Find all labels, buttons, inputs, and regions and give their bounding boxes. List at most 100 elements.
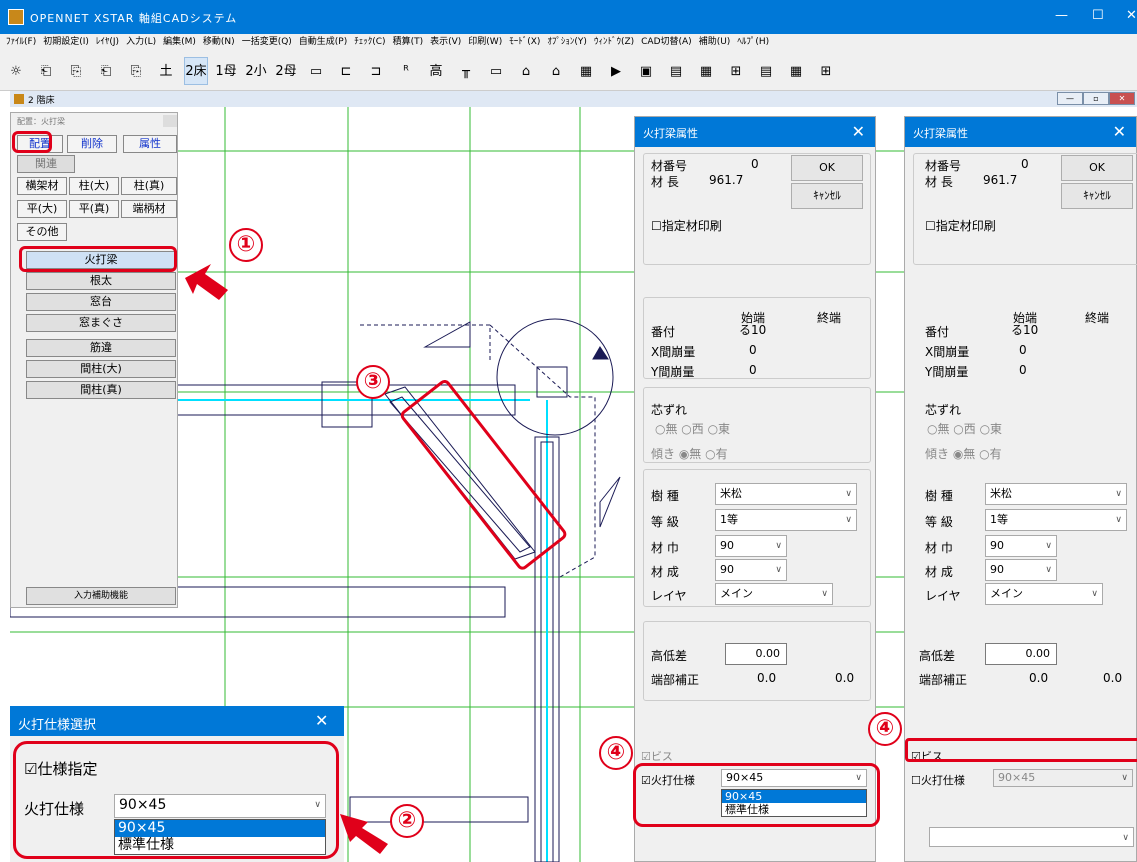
menu-init[interactable]: 初期設定(I) [43, 34, 89, 51]
tool-cut-icon[interactable]: ▤ [754, 58, 778, 86]
core-shift-radios[interactable]: ○無 ○西 ○東 [927, 420, 1002, 437]
hiuchi-spec-checkbox[interactable]: ☐火打仕様 [911, 772, 965, 788]
menu-move[interactable]: 移動(N) [203, 34, 235, 51]
btn-joist[interactable]: 根太 [26, 272, 176, 290]
menu-print[interactable]: 印刷(W) [468, 34, 502, 51]
tool-section-icon[interactable]: ⊞ [724, 58, 748, 86]
tool-post-icon[interactable]: ╥ [454, 58, 478, 86]
ok-button[interactable]: OK [1061, 155, 1133, 181]
tilt-radios[interactable]: 傾き ◉無 ○有 [925, 445, 1002, 462]
level-input[interactable]: 0.00 [725, 643, 787, 665]
menu-bulk[interactable]: 一括変更(Q) [242, 34, 292, 51]
btn-yokoka[interactable]: 横架材 [17, 177, 67, 195]
btn-lintel[interactable]: 窓まぐさ [26, 314, 176, 332]
cancel-button[interactable]: ｷｬﾝｾﾙ [1061, 183, 1133, 209]
tool-house2-icon[interactable]: ⌂ [544, 58, 568, 86]
tilt-radios[interactable]: 傾き ◉無 ○有 [651, 445, 728, 462]
level-input[interactable]: 0.00 [985, 643, 1057, 665]
close-button[interactable]: ✕ [1126, 8, 1137, 23]
tool-2f-koya[interactable]: 2小 [244, 58, 268, 86]
tool-paste-icon[interactable]: ⎘ [64, 58, 88, 86]
btn-flat-true[interactable]: 平(真) [69, 200, 119, 218]
width-select[interactable]: 90 ∨ [715, 535, 787, 557]
tool-1f-moya[interactable]: 1母 [214, 58, 238, 86]
tool-sun-icon[interactable]: ☼ [4, 58, 28, 86]
menu-assist[interactable]: 補助(U) [699, 34, 731, 51]
btn-tanpei[interactable]: 端柄材 [121, 200, 177, 218]
btn-pillar-true[interactable]: 柱(真) [121, 177, 177, 195]
tab-attribute[interactable]: 属性 [123, 135, 177, 153]
cancel-button[interactable]: ｷｬﾝｾﾙ [791, 183, 863, 209]
minimize-button[interactable]: — [1055, 8, 1068, 23]
species-select[interactable]: 米松 ∨ [715, 483, 857, 505]
btn-stud-large[interactable]: 間柱(大) [26, 360, 176, 378]
menu-check[interactable]: ﾁｪｯｸ(C) [354, 34, 385, 51]
tool-height[interactable]: 高 [424, 58, 448, 86]
mdi-minimize-button[interactable]: — [1057, 92, 1083, 105]
bottom-select[interactable]: ∨ [929, 827, 1134, 847]
grade-select[interactable]: 1等 ∨ [715, 509, 857, 531]
palette-close-button[interactable] [163, 115, 177, 127]
core-shift-radios[interactable]: ○無 ○西 ○東 [655, 420, 730, 437]
print-checkbox[interactable]: ☐指定材印刷 [925, 217, 996, 234]
menu-cad[interactable]: CAD切替(A) [641, 34, 692, 51]
menu-file[interactable]: ﾌｧｲﾙ(F) [6, 34, 36, 51]
ok-button[interactable]: OK [791, 155, 863, 181]
tool-arrow-icon[interactable]: ▶ [604, 58, 628, 86]
screw-checkbox-disabled[interactable]: ☑ビス [641, 748, 673, 764]
menu-view[interactable]: 表示(V) [430, 34, 461, 51]
tool-joint-left-icon[interactable]: ⊏ [334, 58, 358, 86]
menu-input[interactable]: 入力(L) [126, 34, 156, 51]
menu-auto[interactable]: 自動生成(P) [299, 34, 347, 51]
grade-select[interactable]: 1等 ∨ [985, 509, 1127, 531]
btn-window-sill[interactable]: 窓台 [26, 293, 176, 311]
tool-grid-icon[interactable]: ▦ [574, 58, 598, 86]
print-checkbox[interactable]: ☐指定材印刷 [651, 217, 722, 234]
height-select[interactable]: 90 ∨ [985, 559, 1057, 581]
hiuchi-spec-select-disabled[interactable]: 90×45 ∨ [993, 769, 1133, 787]
btn-pillar-large[interactable]: 柱(大) [69, 177, 119, 195]
menu-help[interactable]: ﾍﾙﾌﾟ(H) [737, 34, 769, 51]
menu-edit[interactable]: 編集(M) [163, 34, 196, 51]
btn-brace[interactable]: 筋違 [26, 339, 176, 357]
tool-foundation[interactable]: 土 [154, 58, 178, 86]
height-select[interactable]: 90 ∨ [715, 559, 787, 581]
spec-dialog-close-button[interactable]: ✕ [315, 711, 328, 730]
menu-layer[interactable]: ﾚｲﾔ(J) [96, 34, 119, 51]
tool-r-icon[interactable]: ᴿ [394, 58, 418, 86]
tool-2f-moya[interactable]: 2母 [274, 58, 298, 86]
mdi-restore-button[interactable]: ▫ [1083, 92, 1109, 105]
tool-copy2-icon[interactable]: ⎗ [94, 58, 118, 86]
tool-rect-icon[interactable]: ▭ [484, 58, 508, 86]
menu-estimate[interactable]: 積算(T) [393, 34, 424, 51]
layer-select[interactable]: メイン ∨ [985, 583, 1103, 605]
btn-other[interactable]: その他 [17, 223, 67, 241]
input-assist-button[interactable]: 入力補助機能 [26, 587, 176, 605]
tool-copy-icon[interactable]: ⎗ [34, 58, 58, 86]
tool-house-icon[interactable]: ⌂ [514, 58, 538, 86]
btn-flat-large[interactable]: 平(大) [17, 200, 67, 218]
tool-layer-icon[interactable]: ▤ [664, 58, 688, 86]
attr-dialog-1-close-button[interactable]: ✕ [852, 122, 865, 141]
tool-window-icon[interactable]: ▦ [694, 58, 718, 86]
tool-joint-right-icon[interactable]: ⊐ [364, 58, 388, 86]
menu-option[interactable]: ｵﾌﾟｼｮﾝ(Y) [547, 34, 587, 51]
width-select[interactable]: 90 ∨ [985, 535, 1057, 557]
layer-select[interactable]: メイン ∨ [715, 583, 833, 605]
tool-exit-icon[interactable]: ⊞ [814, 58, 838, 86]
btn-stud-true[interactable]: 間柱(真) [26, 381, 176, 399]
related-button[interactable]: 関連 [17, 155, 75, 173]
mdi-close-button[interactable]: ✕ [1109, 92, 1135, 105]
maximize-button[interactable]: ☐ [1092, 8, 1104, 23]
tab-delete[interactable]: 削除 [67, 135, 117, 153]
tool-beam-icon[interactable]: ▭ [304, 58, 328, 86]
tool-box-icon[interactable]: ▣ [634, 58, 658, 86]
menu-window[interactable]: ｳｨﾝﾄﾞｳ(Z) [594, 34, 634, 51]
attr-dialog-2-close-button[interactable]: ✕ [1113, 122, 1126, 141]
tool-paste2-icon[interactable]: ⎘ [124, 58, 148, 86]
menu-mode[interactable]: ﾓｰﾄﾞ(X) [509, 34, 540, 51]
tool-calc-icon[interactable]: ▦ [784, 58, 808, 86]
chevron-down-icon: ∨ [845, 515, 852, 525]
species-select[interactable]: 米松 ∨ [985, 483, 1127, 505]
tool-2f-floor[interactable]: 2床 [184, 57, 208, 85]
